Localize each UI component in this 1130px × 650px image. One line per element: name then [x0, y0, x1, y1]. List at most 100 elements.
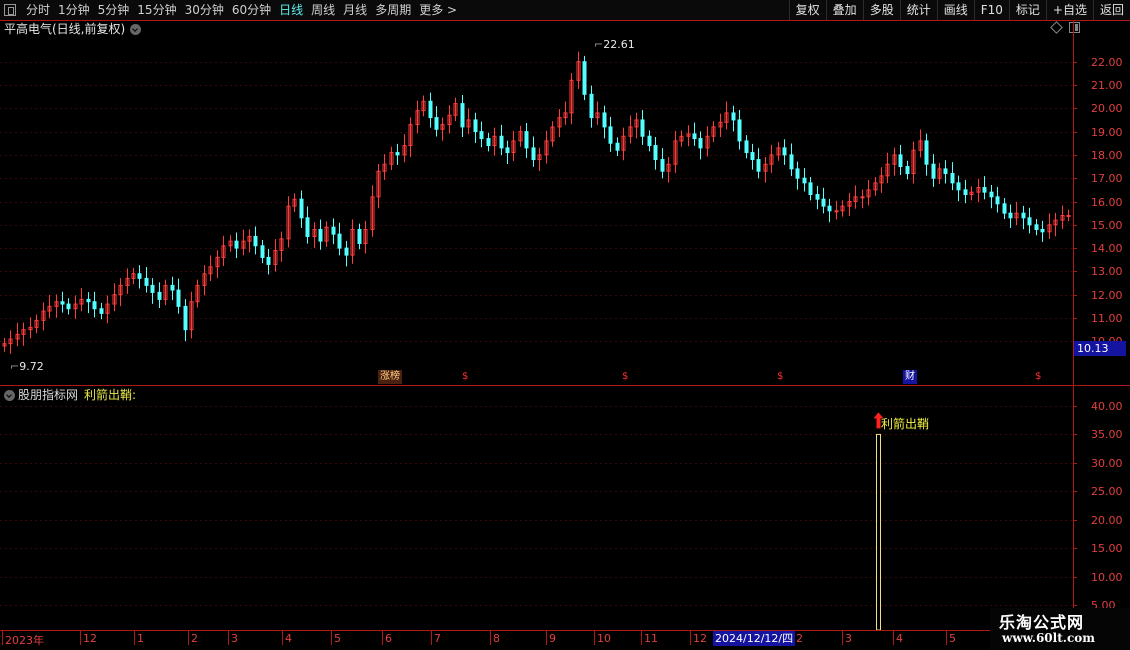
- candle-body: [1066, 214, 1071, 217]
- candle-body: [995, 196, 1000, 205]
- candle-body: [1021, 212, 1026, 219]
- candle-body: [260, 245, 265, 258]
- candle-body: [737, 119, 742, 142]
- indicator-name[interactable]: 股朋指标网: [18, 387, 78, 403]
- candle-body: [731, 112, 736, 121]
- candle-body: [898, 154, 903, 168]
- price-tick-label: 17.00: [1091, 171, 1123, 185]
- candle-body: [505, 147, 510, 154]
- candle-body: [943, 168, 948, 175]
- candle-body: [950, 173, 955, 184]
- date-tick-label: 6: [385, 632, 392, 645]
- signal-label: 利箭出鞘: [881, 417, 930, 431]
- candle-body: [789, 154, 794, 170]
- watermark-title: 乐淘公式网: [999, 613, 1085, 632]
- indicator-tick-label: 35.00: [1091, 427, 1123, 441]
- date-tick-label: 12: [83, 632, 97, 645]
- signal-bar: [876, 433, 881, 631]
- candle-body: [1034, 224, 1039, 230]
- price-tick-label: 21.00: [1091, 78, 1123, 92]
- date-tick-label: 12: [693, 632, 707, 645]
- price-tick-label: 18.00: [1091, 148, 1123, 162]
- date-tick-label: 4: [896, 632, 903, 645]
- candle-body: [266, 256, 271, 265]
- kline-chart[interactable]: [0, 0, 1130, 650]
- candle-body: [395, 152, 400, 156]
- candle-body: [234, 240, 239, 249]
- candle-body: [86, 298, 91, 303]
- date-tick-label: 9: [549, 632, 556, 645]
- candle-body: [157, 291, 162, 300]
- candle-body: [982, 187, 987, 193]
- price-tick-label: 19.00: [1091, 125, 1123, 139]
- high-marker: ⌐22.61: [594, 38, 635, 51]
- candle-body: [1002, 203, 1007, 214]
- candle-body: [150, 284, 155, 293]
- candle-body: [60, 301, 65, 305]
- date-tick-label: 4: [285, 632, 292, 645]
- candle-body: [834, 210, 839, 213]
- candle-body: [1040, 228, 1045, 233]
- date-tick-label: 3: [845, 632, 852, 645]
- last-price-tag: 10.13: [1074, 341, 1126, 356]
- candle-body: [956, 182, 961, 191]
- indicator-tick-label: 40.00: [1091, 399, 1123, 413]
- high-marker-value: 22.61: [603, 38, 635, 51]
- event-tag-dollar[interactable]: $: [1033, 370, 1043, 384]
- date-tick-label: 11: [644, 632, 658, 645]
- candle-body: [524, 131, 529, 149]
- indicator-title-row: 股朋指标网 利箭出鞘:: [4, 387, 136, 403]
- candle-body: [744, 140, 749, 154]
- candle-body: [305, 217, 310, 237]
- candle-body: [827, 205, 832, 212]
- candle-body: [486, 138, 491, 147]
- price-tick-label: 22.00: [1091, 55, 1123, 69]
- candle-body: [344, 247, 349, 256]
- date-tick-label: 2: [796, 632, 803, 645]
- chevron-down-icon[interactable]: [4, 389, 15, 401]
- indicator-tick-label: 20.00: [1091, 513, 1123, 527]
- candle-body: [802, 177, 807, 184]
- indicator-tick-label: 15.00: [1091, 541, 1123, 555]
- low-marker: ⌐9.72: [10, 360, 44, 373]
- candle-body: [170, 284, 175, 291]
- date-tick-label: 7: [434, 632, 441, 645]
- watermark-url: www.60lt.com: [1002, 631, 1095, 645]
- date-tick-label: 10: [597, 632, 611, 645]
- candle-body: [357, 228, 362, 244]
- candle-body: [750, 152, 755, 161]
- event-tag-dollar[interactable]: $: [775, 370, 785, 384]
- event-tag-dollar[interactable]: $: [460, 370, 470, 384]
- candle-body: [473, 119, 478, 133]
- candle-body: [963, 189, 968, 196]
- candle-body: [318, 228, 323, 242]
- candle-body: [137, 273, 142, 279]
- event-tag-dollar[interactable]: $: [620, 370, 630, 384]
- indicator-tick-label: 10.00: [1091, 570, 1123, 584]
- candle-body: [92, 301, 97, 310]
- candle-body: [337, 233, 342, 249]
- candle-body: [479, 131, 484, 140]
- date-cursor-label: 2024/12/12/四: [713, 631, 796, 646]
- indicator-tick-label: 25.00: [1091, 484, 1123, 498]
- candle-body: [860, 196, 865, 199]
- candle-body: [176, 289, 181, 307]
- date-tick-label: 8: [493, 632, 500, 645]
- event-tag-limit-up[interactable]: 涨榜: [378, 370, 402, 384]
- candle-body: [499, 135, 504, 149]
- price-tick-label: 12.00: [1091, 288, 1123, 302]
- candle-body: [1027, 217, 1032, 226]
- candle-body: [782, 147, 787, 156]
- price-tick-label: 15.00: [1091, 218, 1123, 232]
- date-tick-label: 2023年: [5, 634, 44, 647]
- candle-body: [299, 198, 304, 219]
- candle-body: [653, 145, 658, 161]
- candle-body: [602, 112, 607, 128]
- candle-body: [66, 303, 71, 310]
- candle-body: [253, 235, 258, 247]
- indicator-var-label: 利箭出鞘:: [84, 388, 137, 402]
- candle-body: [795, 168, 800, 179]
- event-tag-finance[interactable]: 财: [903, 370, 917, 384]
- date-tick-label: 2: [191, 632, 198, 645]
- price-tick-label: 16.00: [1091, 195, 1123, 209]
